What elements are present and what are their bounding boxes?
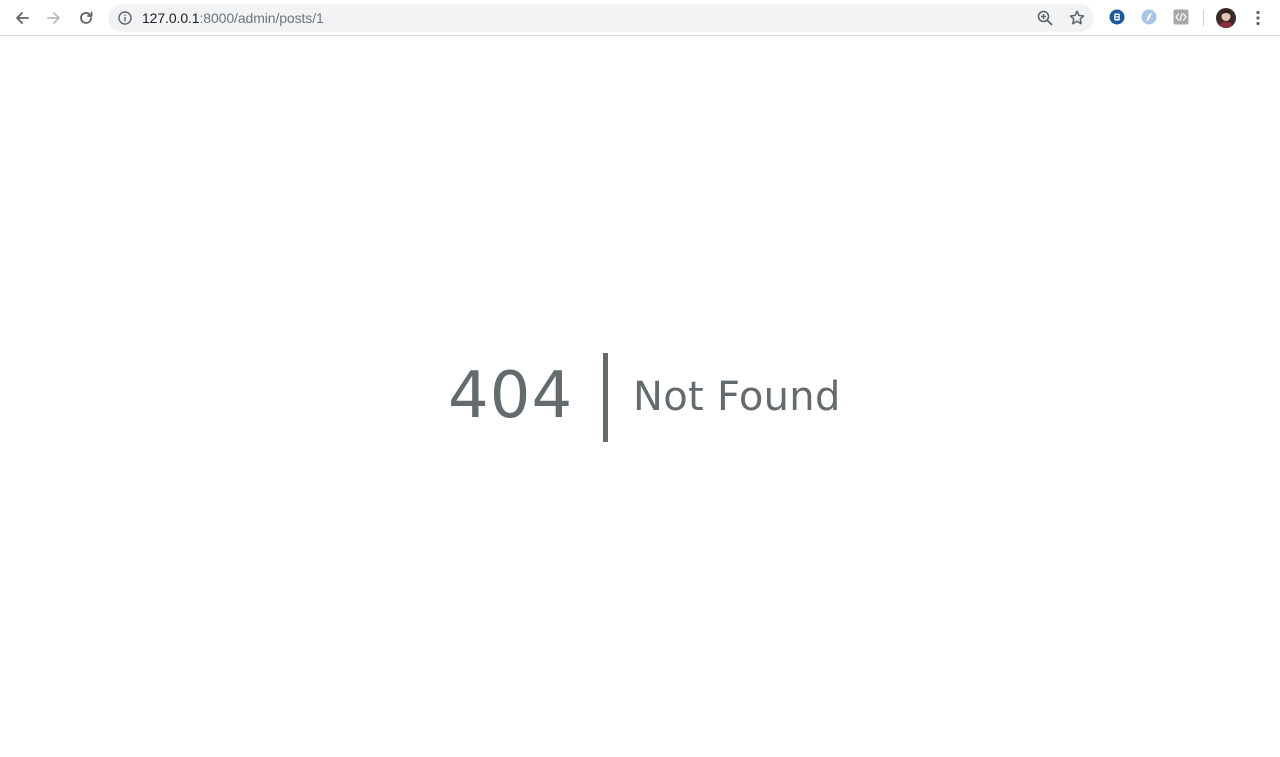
star-icon[interactable]: [1068, 9, 1086, 27]
url-path: :8000/admin/posts/1: [199, 10, 324, 26]
code-extension-icon[interactable]: [1173, 9, 1189, 25]
reload-button[interactable]: [74, 6, 98, 30]
forward-arrow-icon: [47, 12, 60, 24]
address-bar[interactable]: 127.0.0.1:8000/admin/posts/1: [108, 4, 1094, 32]
zoom-icon[interactable]: [1036, 9, 1054, 27]
extension-icon[interactable]: [1109, 9, 1125, 25]
avatar[interactable]: [1216, 8, 1236, 28]
error-divider: [603, 353, 608, 442]
reload-icon: [80, 11, 93, 24]
kebab-menu-icon[interactable]: [1250, 8, 1266, 28]
url-host: 127.0.0.1: [142, 10, 200, 26]
url-text[interactable]: 127.0.0.1:8000/admin/posts/1: [142, 10, 324, 26]
back-button[interactable]: [10, 6, 34, 30]
error-code: 404: [448, 359, 574, 433]
error-message: Not Found: [633, 374, 841, 420]
forward-button[interactable]: [42, 6, 66, 30]
info-icon[interactable]: [118, 11, 132, 25]
toolbar-separator: [1203, 10, 1204, 26]
extension-icon[interactable]: [1141, 9, 1157, 25]
back-arrow-icon: [16, 12, 29, 24]
browser-toolbar: 127.0.0.1:8000/admin/posts/1: [0, 0, 1280, 36]
profile-avatar-icon: [1216, 8, 1236, 28]
